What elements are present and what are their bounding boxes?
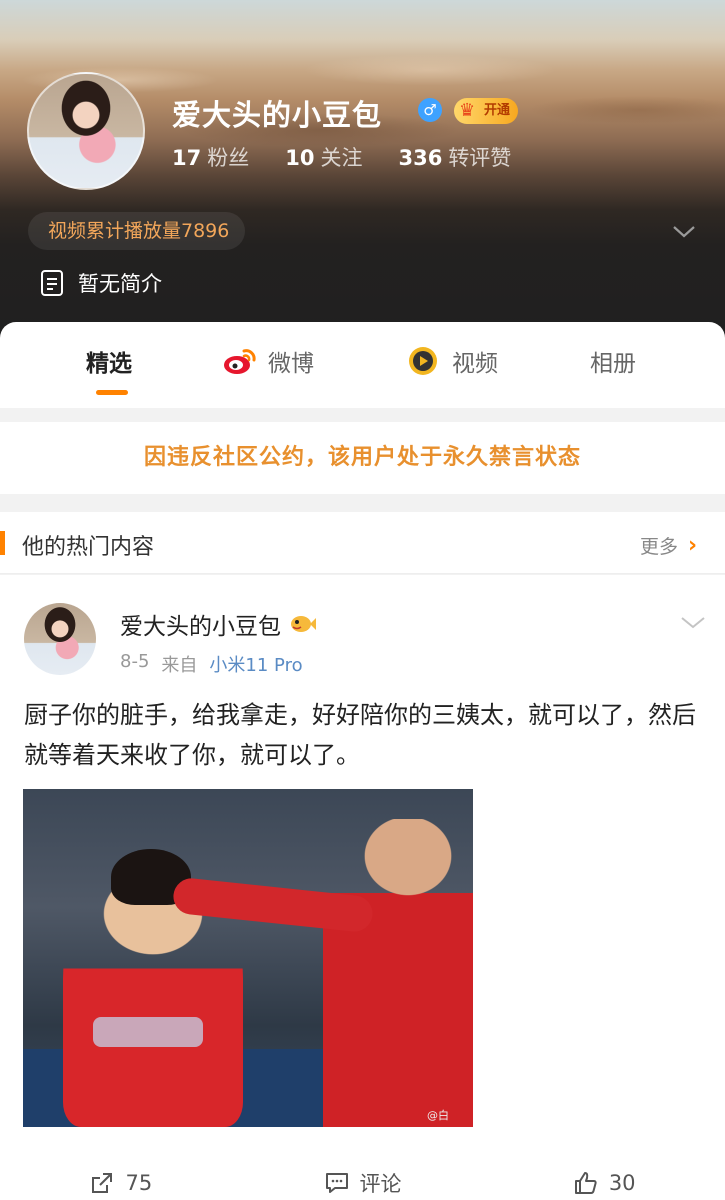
stat-following[interactable]: 10 关注 (285, 142, 362, 172)
comment-button[interactable]: 评论 (242, 1165, 484, 1200)
more-link[interactable]: 更多 › (640, 532, 697, 559)
repost-count: 75 (125, 1170, 153, 1195)
comment-icon (325, 1172, 348, 1193)
profile-bio: 暂无简介 (40, 268, 162, 298)
section-accent-bar (0, 531, 5, 555)
hot-content-header: 他的热门内容 更多 › (0, 512, 725, 574)
stat-label: 转评赞 (448, 146, 512, 170)
post-author-name: 爱大头的小豆包 (120, 614, 281, 640)
tab-featured[interactable]: 精选 (86, 344, 132, 378)
pufferfish-badge-icon (291, 616, 316, 632)
tab-album[interactable]: 相册 (590, 344, 636, 378)
photo-coach (323, 819, 473, 1127)
chevron-down-icon[interactable] (672, 222, 696, 242)
tab-label: 视频 (452, 351, 498, 377)
post-meta: 8-5 来自 小米11 Pro (120, 651, 303, 677)
video-icon (409, 347, 437, 375)
document-icon (41, 270, 63, 296)
male-gender-icon: ♂ (418, 98, 442, 122)
post-photo[interactable]: @白 (23, 789, 473, 1127)
tab-label: 相册 (590, 351, 636, 377)
like-count: 30 (608, 1170, 636, 1195)
active-tab-indicator (96, 390, 128, 395)
chevron-right-icon: › (688, 533, 698, 558)
like-button[interactable]: 30 (483, 1165, 725, 1200)
video-play-count[interactable]: 视频累计播放量7896 (28, 212, 246, 250)
tab-label: 微博 (268, 351, 314, 377)
post-menu-chevron-icon[interactable] (680, 611, 706, 636)
ban-notice: 因违反社区公约，该用户处于永久禁言状态 (0, 422, 725, 494)
stat-followers[interactable]: 17 粉丝 (172, 142, 249, 172)
tab-video[interactable]: 视频 (404, 344, 498, 378)
stat-label: 关注 (320, 146, 363, 170)
repost-button[interactable]: 75 (0, 1165, 242, 1200)
profile-username: 爱大头的小豆包 (172, 98, 383, 132)
vip-label: 开通 (484, 103, 511, 118)
profile-avatar[interactable] (27, 72, 145, 190)
weibo-icon (224, 349, 256, 374)
crown-icon: ♛ (459, 100, 476, 121)
comment-label: 评论 (359, 1171, 402, 1196)
post-date: 8-5 (120, 651, 150, 672)
post-avatar[interactable] (24, 603, 96, 675)
stat-num: 17 (172, 146, 202, 170)
weibo-post: 爱大头的小豆包 8-5 来自 小米11 Pro 厨子你的脏手，给我拿走，好好陪你… (0, 575, 725, 1200)
tab-weibo[interactable]: 微博 (222, 344, 314, 378)
post-author[interactable]: 爱大头的小豆包 (120, 607, 317, 641)
tab-label: 精选 (86, 351, 132, 377)
post-text: 厨子你的脏手，给我拿走，好好陪你的三姨太，就可以了，然后就等着天来收了你，就可以… (24, 701, 696, 769)
photo-watermark: @白 (427, 1109, 449, 1122)
profile-stats: 17 粉丝 10 关注 336 转评赞 (172, 142, 511, 172)
hot-content-title: 他的热门内容 (22, 535, 155, 560)
stat-label: 粉丝 (207, 146, 250, 170)
profile-tabs: 精选 微博 视频 相册 (0, 322, 725, 408)
profile-header: 爱大头的小豆包 ♂ ♛ 开通 17 粉丝 10 关注 336 转评赞 视频累计播放量7… (0, 0, 725, 340)
stat-interactions[interactable]: 336 转评赞 (398, 142, 511, 172)
stat-num: 10 (285, 146, 315, 170)
photo-towel (93, 1017, 203, 1047)
stat-num: 336 (398, 146, 443, 170)
more-label: 更多 (640, 536, 679, 558)
vip-open-badge[interactable]: ♛ 开通 (454, 98, 519, 124)
share-icon (92, 1172, 113, 1193)
thumbs-up-icon (574, 1171, 597, 1194)
post-from: 来自 (161, 655, 198, 676)
post-source[interactable]: 小米11 Pro (209, 651, 302, 677)
bio-text: 暂无简介 (78, 272, 162, 296)
post-actions: 75 评论 30 (0, 1165, 725, 1200)
